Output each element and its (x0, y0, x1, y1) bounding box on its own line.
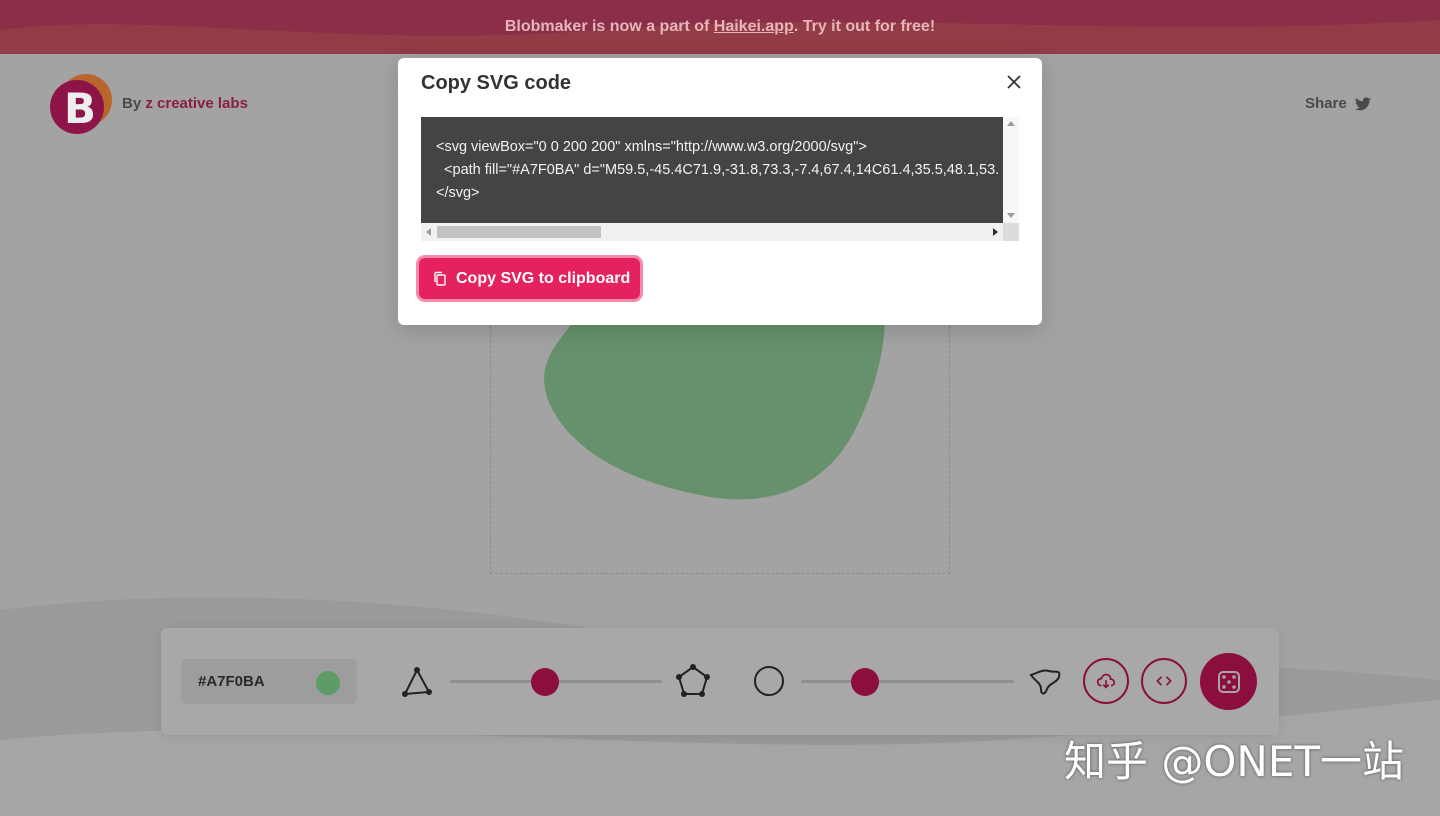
color-hex-value: #A7F0BA (198, 673, 265, 690)
pentagon-nodes-icon (676, 664, 710, 697)
byline-prefix: By (122, 95, 146, 112)
random-shape-icon (1029, 669, 1061, 695)
cloud-download-icon (1096, 673, 1116, 689)
share-label: Share (1305, 95, 1347, 112)
svg-code-area[interactable]: <svg viewBox="0 0 200 200" xmlns="http:/… (421, 117, 1019, 241)
banner-text-after: . Try it out for free! (793, 18, 936, 35)
logo-letter: B (64, 84, 97, 133)
twitter-icon (1354, 96, 1371, 110)
copy-svg-button[interactable]: Copy SVG to clipboard (419, 258, 640, 299)
announcement-banner: Blobmaker is now a part of Haikei.app. T… (0, 0, 1440, 54)
horizontal-scrollbar[interactable] (421, 223, 1003, 241)
color-swatch[interactable] (316, 671, 340, 695)
blobmaker-logo[interactable]: B (50, 74, 112, 134)
complexity-slider-thumb[interactable] (531, 668, 560, 696)
copy-svg-button-label: Copy SVG to clipboard (456, 269, 631, 287)
share-button[interactable]: Share (1305, 95, 1371, 112)
close-icon[interactable] (1004, 72, 1024, 92)
color-picker[interactable]: #A7F0BA (181, 659, 357, 704)
vertical-scrollbar[interactable] (1003, 117, 1019, 223)
dice-icon (1217, 670, 1240, 693)
triangle-nodes-icon (402, 667, 432, 697)
scroll-right-icon[interactable] (993, 228, 998, 236)
scroll-corner (1003, 223, 1019, 241)
haikei-link[interactable]: Haikei.app (714, 18, 794, 35)
contrast-slider-thumb[interactable] (850, 668, 879, 696)
horizontal-scroll-thumb[interactable] (437, 226, 601, 238)
circle-shape-icon (754, 666, 784, 696)
byline: By z creative labs (122, 95, 248, 112)
code-brackets-icon (1156, 676, 1172, 686)
download-button[interactable] (1083, 658, 1129, 704)
scroll-down-icon[interactable] (1007, 213, 1015, 218)
copy-svg-modal: Copy SVG code <svg viewBox="0 0 200 200"… (398, 58, 1042, 325)
watermark-text: 知乎 @ONET一站 (1064, 737, 1405, 786)
svg-code-text[interactable]: <svg viewBox="0 0 200 200" xmlns="http:/… (421, 117, 1003, 223)
blob-toolbar: #A7F0BA (161, 628, 1279, 735)
banner-text-before: Blobmaker is now a part of (504, 18, 714, 35)
contrast-slider-track[interactable] (801, 680, 1014, 683)
z-creative-labs-link[interactable]: z creative labs (145, 95, 248, 112)
copy-icon (434, 271, 446, 286)
scroll-up-icon[interactable] (1007, 121, 1015, 126)
modal-title: Copy SVG code (421, 72, 572, 94)
scroll-left-icon[interactable] (426, 228, 431, 236)
randomize-button[interactable] (1200, 653, 1257, 710)
banner-text: Blobmaker is now a part of Haikei.app. T… (505, 18, 935, 36)
view-code-button[interactable] (1141, 658, 1187, 704)
